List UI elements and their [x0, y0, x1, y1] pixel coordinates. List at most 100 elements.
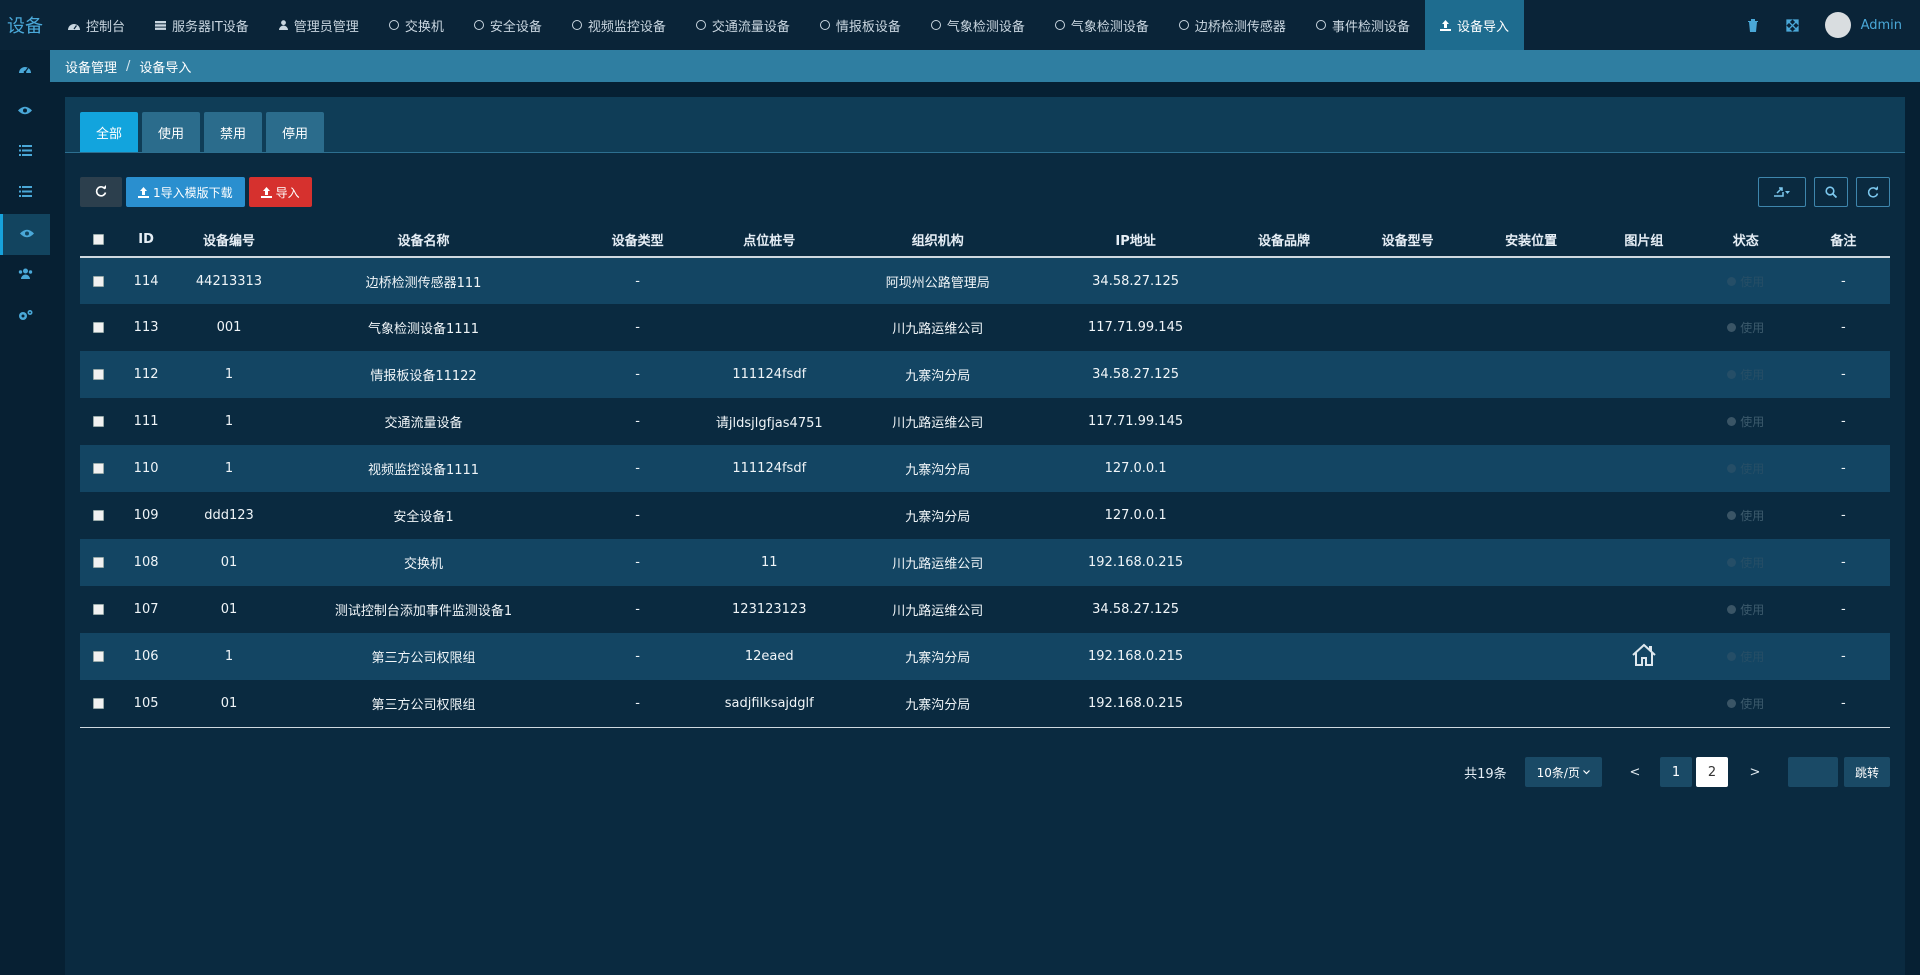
page-2-button[interactable]: 2 [1695, 757, 1728, 787]
import-button[interactable]: 导入 [248, 177, 312, 207]
row-checkbox[interactable] [93, 275, 105, 287]
cell-note: - [1796, 445, 1890, 492]
cell-type: - [563, 539, 712, 586]
row-checkbox[interactable] [93, 369, 105, 380]
row-checkbox[interactable] [93, 322, 105, 333]
table-row[interactable]: 105 01 第三方公司权限组 - sadjfilksajdglf 九寨沟分局 192.16… [80, 680, 1890, 728]
user-name[interactable]: Admin [1861, 18, 1902, 33]
column-header[interactable]: IP地址 [1048, 222, 1223, 258]
filter-tab-3[interactable]: 停用 [266, 112, 325, 152]
jump-button[interactable]: 跳转 [1843, 757, 1890, 787]
status-badge[interactable]: 使用 [1727, 507, 1764, 524]
table-row[interactable]: 109 ddd123 安全设备1 - 九寨沟分局 127.0.0.1 使用 - [80, 492, 1890, 539]
row-checkbox[interactable] [93, 557, 105, 568]
nav-tab-5[interactable]: 视频监控设备 [557, 0, 681, 50]
column-header[interactable]: 备注 [1796, 222, 1890, 258]
status-badge[interactable]: 使用 [1727, 273, 1764, 290]
prev-page-button[interactable]: < [1620, 757, 1650, 787]
cell-id: 107 [133, 602, 159, 617]
sidebar-item-view[interactable] [0, 91, 50, 132]
nav-tab-4[interactable]: 安全设备 [459, 0, 557, 50]
nav-tab-0[interactable]: 控制台 [53, 0, 140, 50]
table-row[interactable]: 113 001 气象检测设备1111 - 川九路运维公司 117.71.99.145 使用 - [80, 304, 1890, 351]
house-icon[interactable] [1631, 642, 1657, 668]
status-badge[interactable]: 使用 [1727, 413, 1764, 430]
refresh-button[interactable] [80, 177, 122, 207]
sidebar-item-dashboard[interactable] [0, 50, 50, 91]
table-row[interactable]: 111 1 交通流量设备 - 请jldsjlgfjas4751 川九路运维公司 117.71… [80, 398, 1890, 445]
column-header[interactable]: 设备名称 [283, 222, 564, 258]
trash-icon[interactable] [1733, 18, 1773, 32]
filter-tab-0[interactable]: 全部 [80, 112, 139, 152]
column-header[interactable]: ID [117, 222, 175, 258]
status-badge[interactable]: 使用 [1727, 601, 1764, 618]
select-all-checkbox[interactable] [93, 233, 105, 245]
page-size-select[interactable]: 10条/页 [1524, 757, 1602, 787]
status-badge[interactable]: 使用 [1727, 460, 1764, 477]
template-download-button[interactable]: 1导入模版下载 [126, 177, 245, 207]
jump-page-input[interactable] [1787, 757, 1838, 787]
column-header[interactable]: 组织机构 [826, 222, 1049, 258]
refresh-icon [95, 184, 107, 200]
sidebar-item-devices[interactable] [0, 214, 50, 255]
nav-tab-7[interactable]: 情报板设备 [805, 0, 916, 50]
nav-tab-9[interactable]: 气象检测设备 [1040, 0, 1164, 50]
nav-tab-8[interactable]: 气象检测设备 [916, 0, 1040, 50]
filter-tab-2[interactable]: 禁用 [204, 112, 263, 152]
status-badge[interactable]: 使用 [1727, 366, 1764, 383]
nav-tab-6[interactable]: 交通流量设备 [681, 0, 805, 50]
nav-tab-11[interactable]: 事件检测设备 [1301, 0, 1425, 50]
cell-note: - [1796, 351, 1890, 398]
column-header[interactable]: 图片组 [1592, 222, 1695, 258]
status-badge[interactable]: 使用 [1727, 319, 1764, 336]
column-header[interactable]: 点位桩号 [711, 222, 827, 258]
column-header[interactable]: 设备型号 [1345, 222, 1470, 258]
cell-id: 105 [117, 680, 175, 728]
nav-tab-3[interactable]: 交换机 [374, 0, 459, 50]
next-page-button[interactable]: > [1740, 757, 1770, 787]
column-header[interactable]: 设备编号 [174, 222, 284, 258]
cell-code: 01 [174, 680, 284, 728]
table-row[interactable]: 114 44213313 边桥检测传感器111- 阿坝州公路管理局 34.58.27.1… [80, 257, 1890, 304]
column-header[interactable]: 设备品牌 [1222, 222, 1346, 258]
table-row[interactable]: 110 1 视频监控设备1111-111124fsdf 九寨沟分局 127.0.0.1 使… [80, 445, 1890, 492]
reload-button[interactable] [1856, 177, 1890, 207]
export-dropdown-button[interactable] [1758, 177, 1806, 207]
brand-logo[interactable]: 设备 [0, 0, 50, 50]
nav-tab-12[interactable]: 设备导入 [1424, 0, 1524, 50]
nav-tab-2[interactable]: 管理员管理 [264, 0, 374, 50]
nav-tab-1[interactable]: 服务器IT设备 [140, 0, 264, 50]
avatar[interactable] [1824, 12, 1851, 38]
table-row[interactable]: 106 1 第三方公司权限组 -12eaed 九寨沟分局 192.168.0.215 使用 - [80, 633, 1890, 680]
column-header[interactable]: 状态 [1694, 222, 1797, 258]
server-icon [155, 20, 167, 30]
column-header[interactable]: 安装位置 [1469, 222, 1593, 258]
sidebar-item-list-2[interactable] [0, 173, 50, 214]
cell-brand [1222, 351, 1346, 398]
nav-tab-10[interactable]: 边桥检测传感器 [1164, 0, 1301, 50]
sidebar-item-settings[interactable] [0, 296, 50, 337]
page-1-button[interactable]: 1 [1659, 757, 1692, 787]
cell-img [1593, 492, 1695, 539]
status-badge[interactable]: 使用 [1727, 648, 1764, 665]
breadcrumb-parent[interactable]: 设备管理 [65, 57, 117, 76]
table-row[interactable]: 108 01 交换机 -11 川九路运维公司 192.168.0.215 使用 - [80, 539, 1890, 586]
fullscreen-icon[interactable] [1773, 18, 1813, 32]
table-row[interactable]: 112 1 情报板设备11122-111124fsdf 九寨沟分局 34.58.27.1… [80, 351, 1890, 398]
search-button[interactable] [1814, 177, 1848, 207]
row-checkbox[interactable] [93, 416, 105, 427]
filter-tab-1[interactable]: 使用 [142, 112, 201, 152]
sidebar-item-list[interactable] [0, 132, 50, 173]
row-checkbox[interactable] [93, 510, 105, 521]
row-checkbox[interactable] [93, 651, 105, 662]
row-checkbox[interactable] [93, 463, 105, 474]
status-badge[interactable]: 使用 [1727, 695, 1764, 712]
eye-icon [18, 104, 32, 119]
cell-status: 使用 [1694, 539, 1797, 586]
status-badge[interactable]: 使用 [1727, 554, 1764, 571]
column-header[interactable]: 设备类型 [563, 222, 712, 258]
table-row[interactable]: 107 01 测试控制台添加事件监测设备1 - 123123123 川九路运维公司 34.5… [80, 586, 1890, 633]
row-checkbox[interactable] [93, 604, 105, 615]
sidebar-item-users[interactable] [0, 255, 50, 296]
row-checkbox[interactable] [93, 697, 105, 709]
